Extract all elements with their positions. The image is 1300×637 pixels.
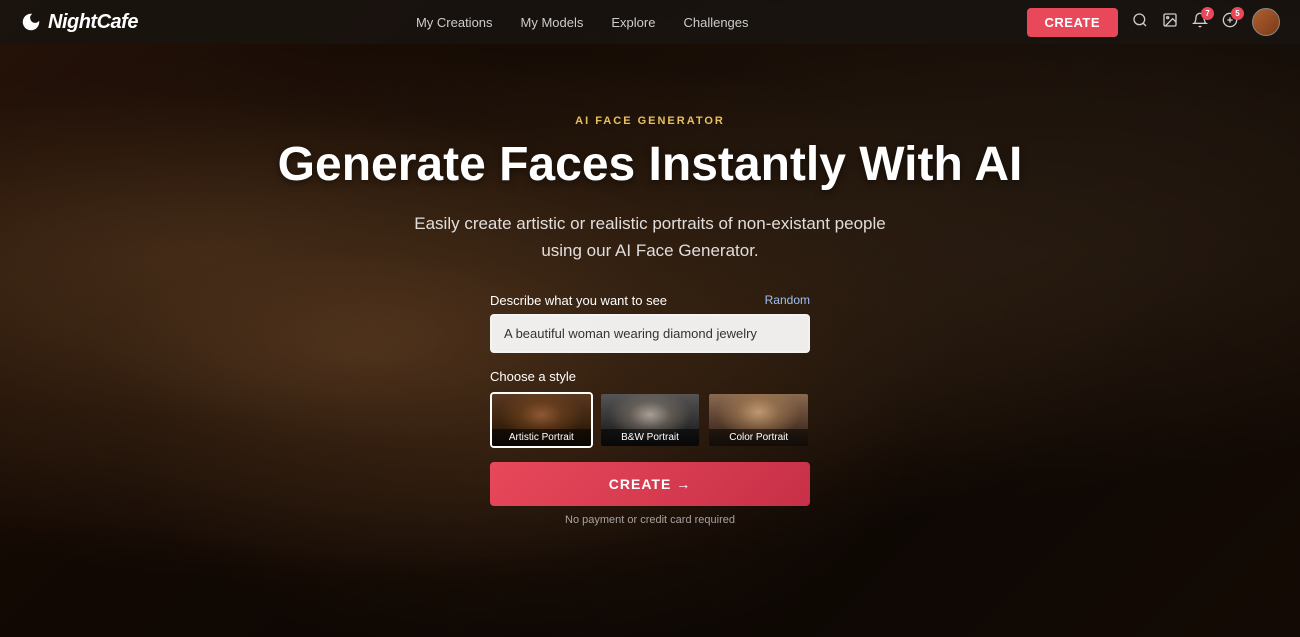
nav-challenges[interactable]: Challenges [683,15,748,30]
style-option-bw[interactable]: B&W Portrait [599,392,702,448]
notifications-icon-btn[interactable]: 7 [1192,12,1208,33]
style-section-label: Choose a style [490,369,810,384]
subtitle-line1: Easily create artistic or realistic port… [414,214,885,233]
create-button-label: CREATE → [609,476,691,492]
bw-label: B&W Portrait [601,429,700,446]
color-label: Color Portrait [709,429,808,446]
navbar-right-section: CREATE 7 5 [1027,8,1280,37]
main-create-button[interactable]: CREATE → [490,462,810,506]
artistic-label: Artistic Portrait [492,429,591,446]
nav-my-models[interactable]: My Models [521,15,584,30]
nightcafe-logo-icon [20,11,42,33]
notification-badge: 7 [1201,7,1214,20]
subtitle-line2: using our AI Face Generator. [541,241,758,260]
describe-label: Describe what you want to see [490,293,667,308]
hero-subtitle: Easily create artistic or realistic port… [414,210,885,264]
user-avatar[interactable] [1252,8,1280,36]
describe-input[interactable] [490,314,810,353]
brand-logo[interactable]: NightCafe [20,11,138,34]
creation-form: Describe what you want to see Random Cho… [490,293,810,526]
credits-badge: 5 [1231,7,1244,20]
main-content: AI FACE GENERATOR Generate Faces Instant… [0,44,1300,637]
nav-links: My Creations My Models Explore Challenge… [416,15,749,30]
style-option-color[interactable]: Color Portrait [707,392,810,448]
nav-explore[interactable]: Explore [611,15,655,30]
navbar: NightCafe My Creations My Models Explore… [0,0,1300,44]
credits-icon-btn[interactable]: 5 [1222,12,1238,33]
random-link[interactable]: Random [765,293,810,307]
no-payment-notice: No payment or credit card required [490,514,810,526]
section-label: AI FACE GENERATOR [575,115,725,127]
style-option-artistic[interactable]: Artistic Portrait [490,392,593,448]
style-options-row: Artistic Portrait B&W Portrait Color Por… [490,392,810,448]
nav-my-creations[interactable]: My Creations [416,15,493,30]
brand-name: NightCafe [48,11,138,34]
main-title: Generate Faces Instantly With AI [278,139,1023,192]
navbar-create-button[interactable]: CREATE [1027,8,1118,37]
gallery-icon-btn[interactable] [1162,12,1178,33]
input-label-row: Describe what you want to see Random [490,293,810,308]
search-icon-btn[interactable] [1132,12,1148,33]
